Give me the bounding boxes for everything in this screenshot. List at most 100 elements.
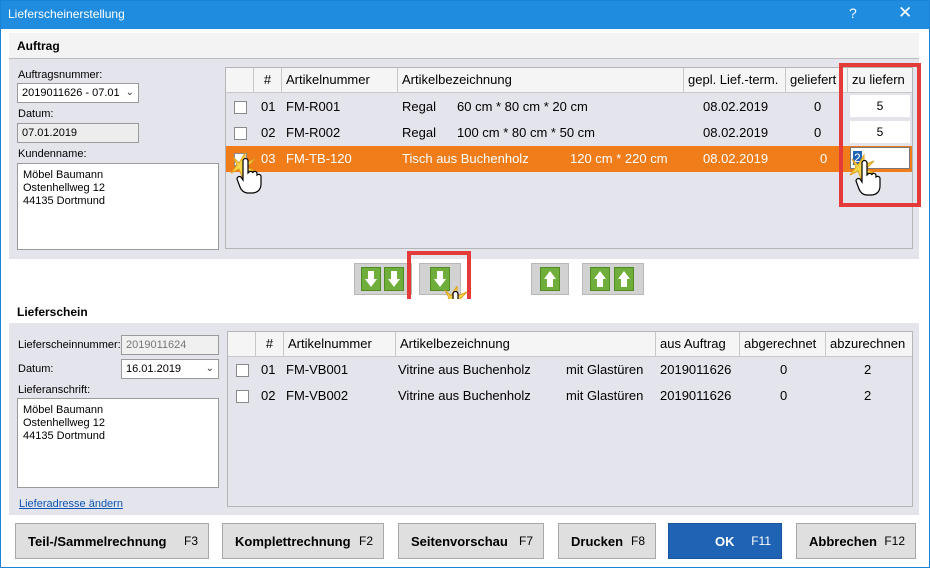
move-up-button[interactable] — [531, 263, 569, 295]
row-geliefert: 0 — [814, 99, 822, 114]
lieferschein-section-title: Lieferschein — [17, 305, 88, 319]
lieferschein-section-header: Lieferschein — [9, 299, 919, 325]
lieferscheinnummer-value: 2019011624 — [126, 339, 187, 351]
row-checkbox[interactable] — [234, 101, 247, 114]
lieferschein-table: # Artikelnummer Artikelbezeichnung aus A… — [227, 331, 913, 507]
table-header: # Artikelnummer Artikelbezeichnung aus A… — [228, 332, 912, 357]
table-header: # Artikelnummer Artikelbezeichnung gepl.… — [226, 68, 912, 93]
button-shortcut: F11 — [751, 534, 771, 548]
datum-label: Datum: — [18, 108, 54, 120]
arrow-up-icon — [614, 267, 634, 291]
drucken-button[interactable]: Drucken F8 — [558, 523, 656, 559]
row-masse: 120 cm * 220 cm — [570, 151, 668, 166]
arrow-down-icon — [384, 267, 404, 291]
row-masse: 100 cm * 80 cm * 50 cm — [457, 125, 595, 140]
row-bezeichnung: Tisch aus Buchenholz — [402, 151, 529, 166]
hand-cursor-icon — [848, 151, 882, 206]
button-label: Seitenvorschau — [411, 534, 508, 549]
auftragsnummer-value: 2019011626 - 07.01 — [22, 87, 120, 99]
row-zusatz: mit Glastüren — [566, 362, 644, 377]
row-nr: 02 — [261, 125, 276, 140]
row-zusatz: mit Glastüren — [566, 388, 644, 403]
table-row[interactable]: 01 FM-R001 Regal 60 cm * 80 cm * 20 cm 0… — [226, 94, 912, 120]
header-artikelbezeichnung[interactable]: Artikelbezeichnung — [398, 68, 684, 92]
row-bezeichnung: Regal — [402, 125, 436, 140]
window-title: Lieferscheinerstellung — [8, 7, 125, 21]
row-geliefert: 0 — [820, 151, 828, 166]
move-all-down-button[interactable] — [354, 263, 412, 295]
ok-button[interactable]: OK F11 — [668, 523, 782, 559]
lieferanschrift-field[interactable]: Möbel Baumann Ostenhellweg 12 44135 Dort… — [17, 398, 219, 488]
lieferschein-datum-label: Datum: — [18, 363, 54, 375]
button-shortcut: F8 — [630, 534, 645, 548]
help-button[interactable]: ? — [849, 5, 857, 21]
button-shortcut: F3 — [183, 534, 198, 548]
arrow-up-icon — [540, 267, 560, 291]
header-liefertermin[interactable]: gepl. Lief.-term. — [684, 68, 786, 92]
auftrag-datum-value: 07.01.2019 — [22, 127, 78, 139]
button-shortcut: F12 — [884, 534, 905, 548]
row-masse: 60 cm * 80 cm * 20 cm — [457, 99, 588, 114]
row-bezeichnung: Regal — [402, 99, 436, 114]
header-aus-auftrag[interactable]: aus Auftrag — [656, 332, 740, 356]
kunde-line: Ostenhellweg 12 — [23, 182, 105, 194]
button-label: Komplettrechnung — [235, 534, 351, 549]
header-checkbox-col — [226, 68, 254, 92]
komplettrechnung-button[interactable]: Komplettrechnung F2 — [222, 523, 384, 559]
row-artikelnummer: FM-VB002 — [286, 388, 349, 403]
table-row[interactable]: 01 FM-VB001 Vitrine aus Buchenholz mit G… — [228, 357, 912, 383]
arrow-down-icon — [361, 267, 381, 291]
row-checkbox[interactable] — [234, 127, 247, 140]
kundenname-field[interactable]: Möbel Baumann Ostenhellweg 12 44135 Dort… — [17, 163, 219, 250]
table-row[interactable]: 02 FM-R002 Regal 100 cm * 80 cm * 50 cm … — [226, 120, 912, 146]
header-abzurechnen[interactable]: abzurechnen — [826, 332, 912, 356]
row-abgerechnet: 0 — [780, 362, 788, 377]
abbrechen-button[interactable]: Abbrechen F12 — [796, 523, 916, 559]
header-artikelbezeichnung[interactable]: Artikelbezeichnung — [396, 332, 656, 356]
anschrift-line: Möbel Baumann — [23, 404, 104, 416]
row-checkbox[interactable] — [236, 390, 249, 403]
teil-sammelrechnung-button[interactable]: Teil-/Sammelrechnung F3 — [15, 523, 209, 559]
table-row[interactable]: 02 FM-VB002 Vitrine aus Buchenholz mit G… — [228, 383, 912, 409]
chevron-down-icon: ⌄ — [125, 87, 134, 98]
move-all-up-button[interactable] — [582, 263, 644, 295]
lieferadresse-aendern-link[interactable]: Lieferadresse ändern — [19, 498, 123, 510]
kundenname-label: Kundenname: — [18, 148, 87, 160]
header-nr[interactable]: # — [254, 68, 282, 92]
auftrag-section-header: Auftrag — [9, 33, 919, 59]
row-termin: 08.02.2019 — [703, 99, 769, 114]
row-artikelnummer: FM-R002 — [286, 125, 341, 140]
lieferscheinnummer-label: Lieferscheinnummer: — [18, 339, 121, 351]
header-abgerechnet[interactable]: abgerechnet — [740, 332, 826, 356]
lieferschein-datum-picker[interactable]: 16.01.2019 ⌄ — [121, 359, 219, 379]
row-termin: 08.02.2019 — [703, 151, 769, 166]
dialog-window: Lieferscheinerstellung ? ✕ Auftrag Auftr… — [0, 0, 930, 568]
header-nr[interactable]: # — [256, 332, 284, 356]
anschrift-line: 44135 Dortmund — [23, 430, 105, 442]
lieferscheinnummer-field: 2019011624 — [121, 335, 219, 355]
auftrag-datum-field[interactable]: 07.01.2019 — [17, 123, 139, 143]
chevron-down-icon: ⌄ — [205, 363, 214, 374]
close-button[interactable]: ✕ — [898, 3, 912, 23]
button-shortcut: F2 — [358, 534, 373, 548]
auftrag-section-title: Auftrag — [17, 39, 60, 53]
button-label: Teil-/Sammelrechnung — [28, 534, 167, 549]
button-label: Abbrechen — [809, 534, 877, 549]
row-bezeichnung: Vitrine aus Buchenholz — [398, 362, 531, 377]
anschrift-line: Ostenhellweg 12 — [23, 417, 105, 429]
lieferschein-datum-value: 16.01.2019 — [126, 363, 182, 375]
row-bezeichnung: Vitrine aus Buchenholz — [398, 388, 531, 403]
row-artikelnummer: FM-VB001 — [286, 362, 349, 377]
row-geliefert: 0 — [814, 125, 822, 140]
header-checkbox-col — [228, 332, 256, 356]
row-nr: 03 — [261, 151, 276, 166]
header-artikelnummer[interactable]: Artikelnummer — [282, 68, 398, 92]
kunde-line: Möbel Baumann — [23, 169, 104, 181]
header-artikelnummer[interactable]: Artikelnummer — [284, 332, 396, 356]
auftragsnummer-select[interactable]: 2019011626 - 07.01 ⌄ — [17, 83, 139, 103]
seitenvorschau-button[interactable]: Seitenvorschau F7 — [398, 523, 544, 559]
title-bar: Lieferscheinerstellung ? ✕ — [1, 1, 929, 29]
table-row-selected[interactable]: 03 FM-TB-120 Tisch aus Buchenholz 120 cm… — [226, 146, 912, 172]
row-checkbox[interactable] — [236, 364, 249, 377]
row-nr: 01 — [261, 362, 276, 377]
